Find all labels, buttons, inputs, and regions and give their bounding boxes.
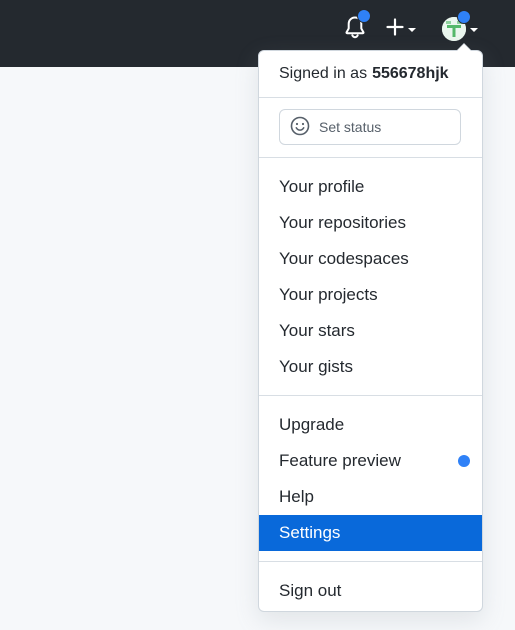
set-status-button[interactable]: Set status: [279, 109, 461, 145]
notification-indicator: [357, 9, 371, 23]
status-section: Set status: [259, 98, 482, 157]
user-menu-button[interactable]: [440, 10, 484, 44]
user-dropdown-menu: Signed in as 556678hjk Set status Your p…: [258, 43, 483, 612]
menu-item-your-repositories[interactable]: Your repositories: [259, 205, 482, 241]
chevron-down-icon: [408, 28, 416, 32]
signed-in-label: Signed in as: [279, 65, 368, 82]
menu-item-help[interactable]: Help: [259, 479, 482, 515]
signed-in-header: Signed in as 556678hjk: [259, 51, 482, 97]
menu-item-your-codespaces[interactable]: Your codespaces: [259, 241, 482, 277]
menu-item-settings[interactable]: Settings: [259, 515, 482, 551]
smiley-icon: [290, 116, 319, 139]
set-status-label: Set status: [319, 119, 382, 135]
notifications-button[interactable]: [344, 9, 371, 44]
menu-item-upgrade[interactable]: Upgrade: [259, 407, 482, 443]
create-new-button[interactable]: [386, 14, 424, 44]
menu-item-your-stars[interactable]: Your stars: [259, 313, 482, 349]
feature-preview-label: Feature preview: [279, 451, 401, 470]
menu-item-your-projects[interactable]: Your projects: [259, 277, 482, 313]
settings-links: Upgrade Feature preview Help Settings: [259, 396, 482, 561]
menu-item-your-profile[interactable]: Your profile: [259, 169, 482, 205]
username: 556678hjk: [372, 65, 449, 82]
chevron-down-icon: [470, 28, 478, 32]
plus-icon: [386, 17, 404, 41]
account-links: Your profile Your repositories Your code…: [259, 158, 482, 395]
notification-indicator: [457, 10, 471, 24]
menu-item-your-gists[interactable]: Your gists: [259, 349, 482, 385]
menu-item-sign-out[interactable]: Sign out: [259, 573, 482, 609]
sign-out-section: Sign out: [259, 562, 482, 619]
menu-item-feature-preview[interactable]: Feature preview: [259, 443, 482, 479]
new-feature-indicator: [458, 455, 470, 467]
